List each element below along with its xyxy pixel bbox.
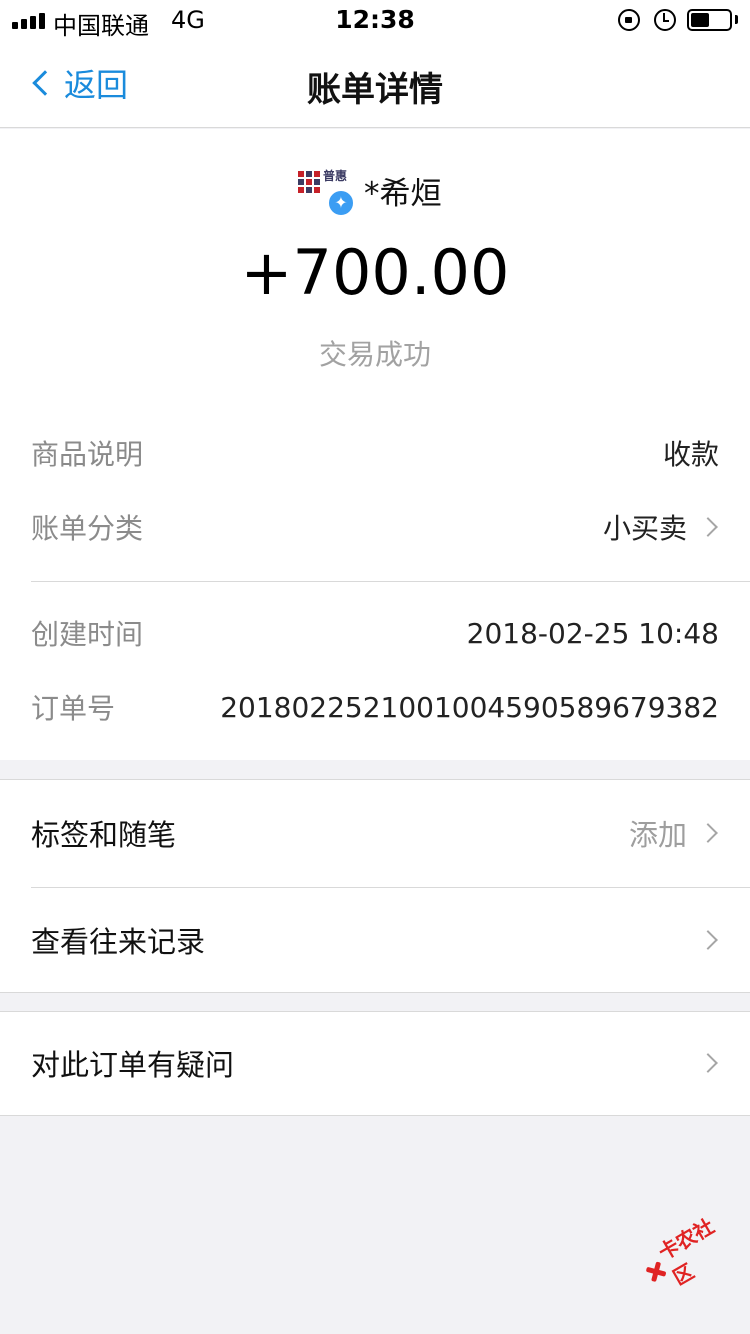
- detail-label: 账单分类: [31, 512, 144, 545]
- watermark: 卡农社区: [638, 1212, 742, 1294]
- chevron-right-icon: [698, 823, 718, 843]
- item-label: 查看往来记录: [31, 925, 206, 959]
- transaction-amount: +700.00: [240, 236, 510, 309]
- detail-row-order-number: 订单号 2018022521001004590589679382: [31, 684, 719, 730]
- battery-icon: [687, 9, 732, 31]
- watermark-text: 卡农社区: [654, 1213, 719, 1290]
- category-label: 小买卖: [602, 512, 687, 545]
- detail-value: 收款: [662, 438, 719, 471]
- detail-value: 2018-02-25 10:48: [466, 616, 719, 650]
- detail-label: 创建时间: [31, 618, 144, 651]
- verified-badge-icon: ✦: [327, 189, 355, 217]
- detail-row-description: 商品说明 收款: [31, 430, 719, 476]
- detail-label: 订单号: [31, 692, 116, 725]
- item-hint: [687, 1053, 719, 1073]
- merchant-logo-text: 普惠: [323, 169, 348, 183]
- item-label: 对此订单有疑问: [31, 1048, 235, 1082]
- merchant-header: 普惠 ✦ *希烜: [296, 166, 442, 217]
- detail-row-created-time: 创建时间 2018-02-25 10:48: [31, 610, 719, 656]
- page-title: 账单详情: [307, 70, 443, 110]
- item-hint: [687, 930, 719, 950]
- add-label: 添加: [628, 818, 687, 852]
- actions-group: 标签和随笔 添加 查看往来记录: [0, 779, 750, 993]
- navigation-bar: 返回 账单详情: [0, 40, 750, 128]
- detail-label: 商品说明: [31, 438, 144, 471]
- divider: [31, 581, 750, 582]
- merchant-name: *希烜: [364, 175, 442, 212]
- tags-and-notes-item[interactable]: 标签和随笔 添加: [31, 803, 719, 863]
- item-hint: 添加: [629, 812, 719, 854]
- chevron-right-icon: [698, 1053, 718, 1073]
- status-bar: 中国联通 4G 12:38: [0, 0, 750, 40]
- alarm-icon: [654, 9, 676, 31]
- divider: [31, 887, 750, 888]
- help-group: 对此订单有疑问: [0, 1011, 750, 1116]
- order-question-item[interactable]: 对此订单有疑问: [31, 1033, 719, 1093]
- transaction-status: 交易成功: [318, 338, 431, 371]
- chevron-right-icon: [698, 517, 718, 537]
- rotation-lock-icon: [618, 9, 640, 31]
- item-label: 标签和随笔: [31, 818, 177, 852]
- detail-row-category[interactable]: 账单分类 小买卖: [31, 504, 719, 550]
- view-history-item[interactable]: 查看往来记录: [31, 910, 719, 970]
- chevron-right-icon: [698, 930, 718, 950]
- merchant-logo: 普惠 ✦: [296, 166, 355, 217]
- category-value: 小买卖: [603, 507, 719, 547]
- order-number: 2018022521001004590589679382: [220, 690, 719, 724]
- logo-grid-icon: [298, 171, 320, 193]
